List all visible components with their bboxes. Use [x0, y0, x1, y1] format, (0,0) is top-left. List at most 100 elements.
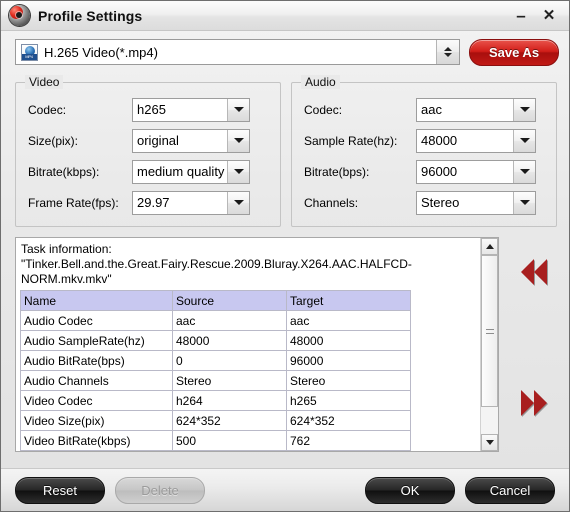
cell-target: 762: [286, 430, 411, 451]
spinner-up-down-icon[interactable]: [436, 40, 459, 64]
table-row[interactable]: Video Size(pix) 624*352 624*352: [20, 410, 411, 431]
audio-bitrate-select[interactable]: 96000: [416, 159, 536, 184]
audio-bitrate-row: Bitrate(bps): 96000: [298, 156, 550, 187]
cell-name: Audio Channels: [20, 370, 173, 391]
video-group-label: Video: [25, 75, 64, 89]
profile-selector-row: MP4 H.265 Video(*.mp4) Save As: [15, 38, 559, 66]
task-area: Task information: "Tinker.Bell.and.the.G…: [15, 237, 569, 452]
cell-target: Stereo: [286, 370, 411, 391]
vertical-scrollbar[interactable]: [480, 238, 499, 451]
minimize-icon[interactable]: –: [513, 7, 529, 24]
cell-target: 624*352: [286, 410, 411, 431]
column-header-source[interactable]: Source: [172, 290, 287, 311]
cell-name: Video BitRate(kbps): [20, 430, 173, 451]
cell-source: h264: [172, 390, 287, 411]
cell-name: Audio BitRate(bps): [20, 350, 173, 371]
audio-channels-value: Stereo: [421, 195, 460, 210]
chevron-down-icon[interactable]: [227, 129, 249, 152]
audio-codec-value: aac: [421, 102, 442, 117]
delete-button: Delete: [115, 476, 205, 504]
double-arrow-right-icon[interactable]: [521, 390, 548, 416]
audio-group-label: Audio: [301, 75, 340, 89]
table-row[interactable]: Audio BitRate(bps) 0 96000: [20, 350, 411, 371]
video-framerate-label: Frame Rate(fps):: [28, 195, 119, 210]
chevron-down-icon[interactable]: [227, 160, 249, 183]
cancel-button[interactable]: Cancel: [465, 476, 555, 504]
video-group: Video Codec: h265 Size(pix): original Bi…: [15, 75, 281, 227]
table-row[interactable]: Video FrameRate(fps) 23.976 29.97: [20, 450, 411, 451]
video-size-label: Size(pix):: [28, 133, 79, 148]
chevron-down-icon[interactable]: [513, 191, 535, 214]
cell-name: Video Codec: [20, 390, 173, 411]
column-header-target[interactable]: Target: [286, 290, 411, 311]
mp4-file-icon: MP4: [16, 40, 42, 64]
audio-samplerate-row: Sample Rate(hz): 48000: [298, 125, 550, 156]
video-codec-label: Codec:: [28, 102, 67, 117]
audio-samplerate-label: Sample Rate(hz):: [304, 133, 398, 148]
cell-source: Stereo: [172, 370, 287, 391]
window-controls: – ✕: [513, 7, 563, 24]
audio-bitrate-label: Bitrate(bps):: [304, 164, 370, 179]
video-size-select[interactable]: original: [132, 128, 250, 153]
navigation-arrows: [499, 237, 569, 452]
video-framerate-select[interactable]: 29.97: [132, 190, 250, 215]
cell-target: 29.97: [286, 450, 411, 451]
video-framerate-value: 29.97: [137, 195, 170, 210]
chevron-down-icon[interactable]: [513, 160, 535, 183]
chevron-down-icon[interactable]: [227, 191, 249, 214]
table-row[interactable]: Audio Channels Stereo Stereo: [20, 370, 411, 391]
video-codec-row: Codec: h265: [22, 94, 274, 125]
task-info-table: Name Source Target Audio Codec aac aac A…: [20, 290, 411, 451]
video-framerate-row: Frame Rate(fps): 29.97: [22, 187, 274, 218]
profile-combo[interactable]: MP4 H.265 Video(*.mp4): [15, 39, 460, 65]
scrollbar-track[interactable]: [481, 255, 499, 434]
task-information-text: Task information: "Tinker.Bell.and.the.G…: [16, 238, 498, 287]
chevron-down-icon[interactable]: [227, 98, 249, 121]
ok-button[interactable]: OK: [365, 476, 455, 504]
video-size-row: Size(pix): original: [22, 125, 274, 156]
audio-channels-select[interactable]: Stereo: [416, 190, 536, 215]
table-header-row: Name Source Target: [20, 290, 411, 311]
cell-source: 0: [172, 350, 287, 371]
audio-codec-row: Codec: aac: [298, 94, 550, 125]
mp4-icon-label: MP4: [21, 53, 37, 60]
audio-bitrate-value: 96000: [421, 164, 458, 179]
chevron-down-icon[interactable]: [513, 129, 535, 152]
table-row[interactable]: Video BitRate(kbps) 500 762: [20, 430, 411, 451]
profile-combo-value: H.265 Video(*.mp4): [42, 40, 436, 64]
chevron-down-icon[interactable]: [513, 98, 535, 121]
title-bar: Profile Settings – ✕: [1, 1, 569, 31]
audio-codec-label: Codec:: [304, 102, 343, 117]
video-bitrate-select[interactable]: medium quality: [132, 159, 250, 184]
table-row[interactable]: Audio SampleRate(hz) 48000 48000: [20, 330, 411, 351]
cell-name: Audio Codec: [20, 310, 173, 331]
task-heading: Task information:: [21, 242, 112, 256]
column-header-name[interactable]: Name: [20, 290, 173, 311]
scrollbar-thumb[interactable]: [481, 255, 499, 407]
cell-source: 500: [172, 430, 287, 451]
double-arrow-left-icon[interactable]: [521, 259, 548, 285]
cell-source: 23.976: [172, 450, 287, 451]
cell-name: Audio SampleRate(hz): [20, 330, 173, 351]
video-codec-value: h265: [137, 102, 166, 117]
task-information-panel: Task information: "Tinker.Bell.and.the.G…: [15, 237, 500, 452]
cell-target: h265: [286, 390, 411, 411]
cell-source: 48000: [172, 330, 287, 351]
video-bitrate-row: Bitrate(kbps): medium quality: [22, 156, 274, 187]
task-filename-line2: NORM.mkv.mkv": [21, 272, 112, 286]
video-codec-select[interactable]: h265: [132, 97, 250, 122]
audio-codec-select[interactable]: aac: [416, 97, 536, 122]
cell-target: aac: [286, 310, 411, 331]
table-row[interactable]: Audio Codec aac aac: [20, 310, 411, 331]
task-filename-line1: "Tinker.Bell.and.the.Great.Fairy.Rescue.…: [21, 257, 412, 271]
audio-samplerate-select[interactable]: 48000: [416, 128, 536, 153]
cell-source: 624*352: [172, 410, 287, 431]
save-as-button[interactable]: Save As: [469, 38, 559, 66]
cell-name: Video Size(pix): [20, 410, 173, 431]
scroll-down-icon[interactable]: [481, 434, 499, 451]
reset-button[interactable]: Reset: [15, 476, 105, 504]
scroll-up-icon[interactable]: [481, 238, 499, 255]
close-icon[interactable]: ✕: [541, 8, 557, 24]
table-row[interactable]: Video Codec h264 h265: [20, 390, 411, 411]
cell-target: 48000: [286, 330, 411, 351]
